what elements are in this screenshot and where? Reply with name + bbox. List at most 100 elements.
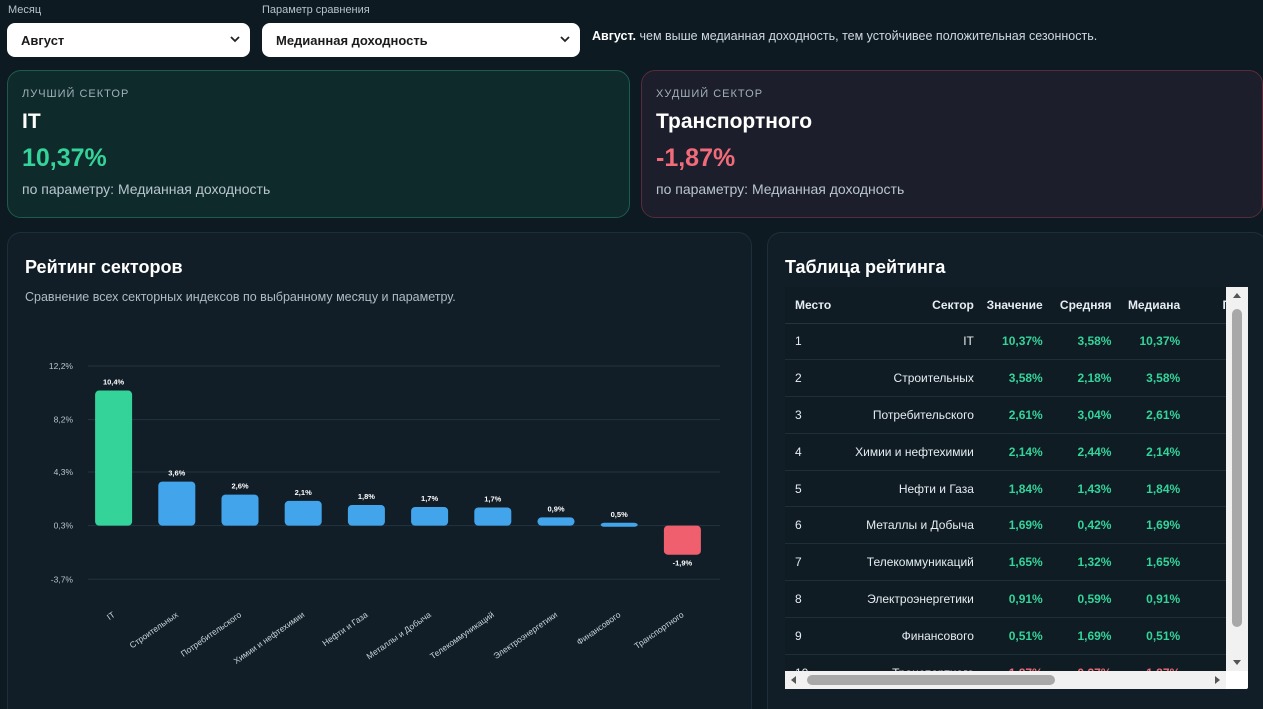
table-cell: Химии и нефтехимии (847, 433, 980, 471)
table-cell: 9 (785, 617, 848, 655)
table-cell: 1,69% (1117, 506, 1187, 545)
data-label: -1,9% (673, 559, 693, 568)
table-cell: 10,37% (1117, 323, 1187, 361)
table-cell: 8 (785, 580, 848, 618)
best-sector-value: 10,37% (22, 144, 107, 172)
x-tick-label: Финансового (575, 609, 623, 647)
x-tick-label: Металлы и Добыча (364, 609, 433, 661)
table-cell: 1,43% (1048, 470, 1118, 508)
data-label: 0,5% (611, 510, 628, 519)
table-cell: 7 (785, 543, 848, 582)
table-cell: 0,91% (979, 580, 1049, 618)
table-cell: Электроэнергетики (847, 580, 980, 618)
best-kicker: ЛУЧШИЙ СЕКТОР (22, 88, 130, 100)
table-cell: 1,84% (1117, 470, 1187, 508)
table-cell: 0,42% (1048, 506, 1118, 545)
table-cell (1186, 543, 1226, 582)
bar (284, 500, 322, 526)
x-tick-label: Нефти и Газа (320, 609, 370, 648)
rating-table: МестоСекторЗначениеСредняяМедианаПлю 1IT… (785, 287, 1226, 671)
table-header-cell[interactable]: Место (785, 287, 848, 324)
rating-table-scroll-area[interactable]: МестоСекторЗначениеСредняяМедианаПлю 1IT… (785, 287, 1248, 689)
table-cell (1186, 617, 1226, 655)
table-cell (1186, 433, 1226, 471)
table-cell: 10,37% (979, 323, 1049, 361)
table-cell: Финансового (847, 617, 980, 655)
table-row: 7 Телекоммуникаций 1,65% 1,32% 1,65% (785, 543, 1226, 582)
sector-bar-chart: 12,2% 8,2% 4,3% 0,3% -3,7% 10,4% IT 3,6% Строите… (49, 361, 720, 666)
table-cell: 6 (785, 506, 848, 545)
table-title: Таблица рейтинга (785, 257, 946, 277)
table-row: 4 Химии и нефтехимии 2,14% 2,44% 2,14% (785, 433, 1226, 471)
bar (221, 494, 259, 526)
month-select[interactable]: Август (7, 23, 250, 57)
table-cell: 3,04% (1048, 396, 1118, 434)
table-cell: 2,61% (1117, 396, 1187, 434)
data-label: 3,6% (168, 469, 185, 478)
bar (347, 504, 385, 526)
horizontal-scrollbar[interactable] (785, 671, 1226, 689)
table-cell: Нефти и Газа (847, 470, 980, 508)
table-cell: 2,14% (979, 433, 1049, 471)
table-cell (1186, 506, 1226, 545)
scroll-down-icon[interactable] (1231, 656, 1243, 668)
data-label: 1,8% (358, 492, 375, 501)
table-cell: 2,14% (1117, 433, 1187, 471)
table-header-cell[interactable]: Сектор (847, 287, 980, 324)
table-row: 1 IT 10,37% 3,58% 10,37% (785, 323, 1226, 361)
rating-table-panel: Таблица рейтинга Место Сектор Значение Сред… (767, 232, 1263, 709)
chevron-down-icon (560, 36, 570, 43)
y-tick-label: -3,7% (51, 574, 74, 584)
table-cell (1186, 580, 1226, 618)
bar (158, 481, 196, 526)
data-label: 2,6% (231, 482, 248, 491)
vertical-scroll-thumb[interactable] (1232, 309, 1242, 627)
table-row: 9 Финансового 0,51% 1,69% 0,51% (785, 617, 1226, 655)
data-label: 2,1% (295, 488, 312, 497)
table-cell: 4 (785, 433, 848, 471)
table-cell: 1 (785, 323, 848, 361)
table-cell: 1,65% (979, 543, 1049, 582)
table-header-cell[interactable]: Медиана (1117, 287, 1187, 324)
table-header-cell[interactable]: Средняя (1048, 287, 1118, 324)
table-cell: 1,84% (979, 470, 1049, 508)
table-header-cell[interactable]: Значение (979, 287, 1049, 324)
data-label: 1,7% (484, 495, 501, 504)
bar (537, 517, 575, 526)
sector-rating-panel: Рейтинг секторов Сравнение всех секторны… (7, 232, 752, 709)
param-label: Параметр сравнения (262, 4, 370, 16)
x-tick-label: Строительных (128, 609, 181, 650)
x-tick-label: Потребительского (179, 609, 244, 658)
worst-sector-card: ХУДШИЙ СЕКТОР Транспортного -1,87% по па… (641, 70, 1263, 218)
scroll-left-icon[interactable] (788, 674, 800, 686)
bar (411, 506, 449, 526)
table-cell: -0,37% (1048, 654, 1118, 671)
table-cell: 3,58% (1048, 323, 1118, 361)
scroll-up-icon[interactable] (1231, 290, 1243, 302)
vertical-scrollbar[interactable] (1226, 287, 1248, 671)
y-tick-label: 4,3% (54, 467, 74, 477)
table-cell: 2,61% (979, 396, 1049, 434)
scroll-right-icon[interactable] (1211, 674, 1223, 686)
bar (663, 525, 701, 555)
table-row: 5 Нефти и Газа 1,84% 1,43% 1,84% (785, 470, 1226, 508)
y-tick-label: 8,2% (54, 415, 74, 425)
horizontal-scroll-thumb[interactable] (807, 675, 1055, 685)
hint-month: Август. (592, 29, 637, 43)
param-select[interactable]: Медианная доходность (262, 23, 580, 57)
table-header-cell[interactable]: Плю (1186, 287, 1226, 324)
hint-text: Август. чем выше медианная доходность, т… (592, 29, 1097, 43)
worst-kicker: ХУДШИЙ СЕКТОР (656, 88, 764, 100)
table-cell: 3,58% (979, 359, 1049, 398)
table-cell: 5 (785, 470, 848, 508)
table-cell: 2,44% (1048, 433, 1118, 471)
bar (600, 522, 638, 527)
x-tick-label: Электроэнергетики (491, 609, 559, 661)
y-tick-label: 12,2% (49, 361, 74, 371)
best-sector-param: по параметру: Медианная доходность (22, 181, 271, 197)
table-cell: 0,51% (1117, 617, 1187, 655)
table-cell (1186, 470, 1226, 508)
worst-sector-param: по параметру: Медианная доходность (656, 181, 905, 197)
table-cell: 2,18% (1048, 359, 1118, 398)
table-row: 8 Электроэнергетики 0,91% 0,59% 0,91% (785, 580, 1226, 618)
